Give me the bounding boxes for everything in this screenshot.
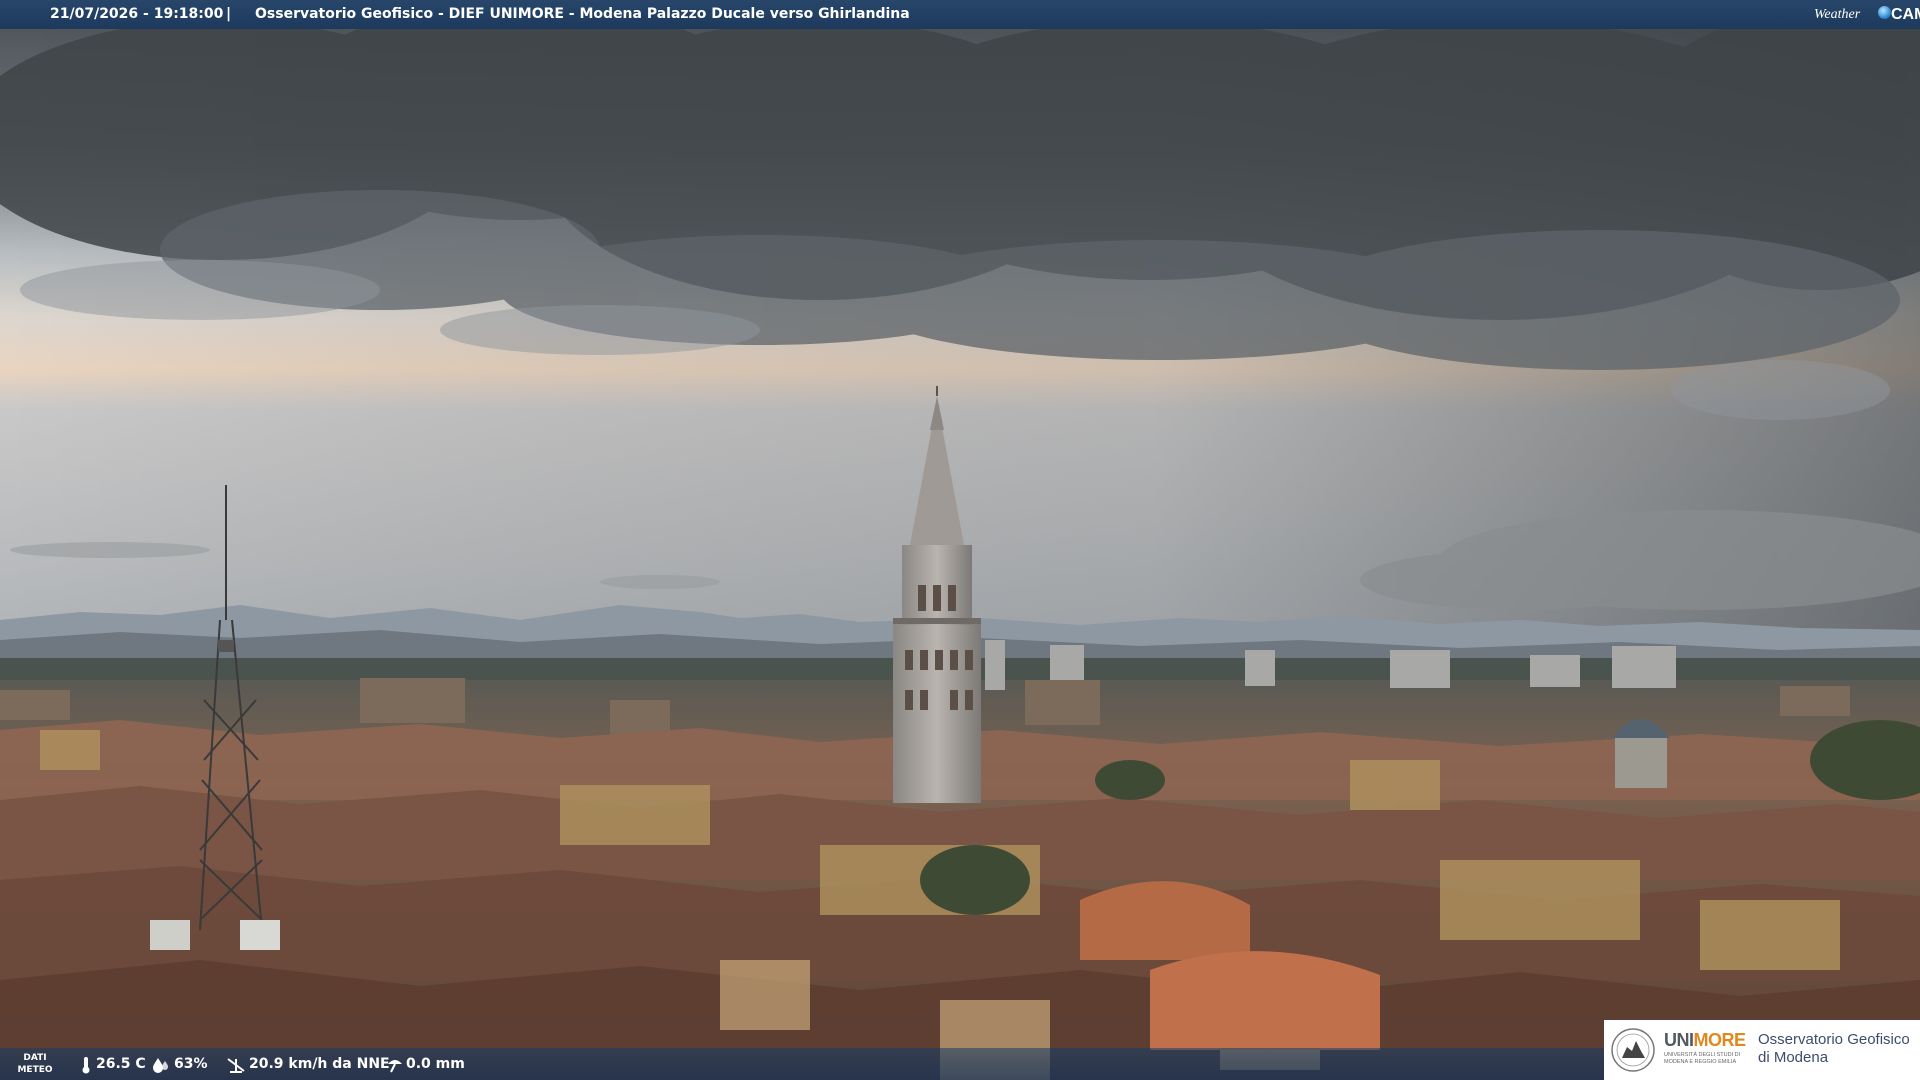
wind-icon — [227, 1058, 245, 1073]
rain-value: 0.0 mm — [406, 1056, 465, 1072]
globe-icon — [1878, 6, 1891, 19]
separator: | — [226, 6, 232, 22]
unimore-part1: UNI — [1664, 1030, 1694, 1050]
observatory-name-line2: di Modena — [1758, 1049, 1829, 1066]
thermometer-icon — [82, 1057, 90, 1074]
unimore-logo-panel: UNIMORE UNIVERSITÀ DEGLI STUDI DI MODENA… — [1604, 1020, 1920, 1080]
temperature-reading: 26.5 C — [78, 1048, 148, 1080]
rain-gauge-icon — [388, 1060, 402, 1073]
unimore-subtitle: UNIVERSITÀ DEGLI STUDI DI MODENA E REGGI… — [1664, 1052, 1740, 1066]
weathercam-logo: Weather CAM — [1814, 0, 1920, 29]
weather-data-label: DATI METEO — [12, 1052, 58, 1076]
weathercam-cam-label: CAM — [1891, 6, 1920, 23]
camera-title: Osservatorio Geofisico - DIEF UNIMORE - … — [255, 6, 910, 22]
observatory-name-line1: Osservatorio Geofisico — [1758, 1031, 1910, 1048]
humidity-reading: 63% — [150, 1048, 220, 1080]
unimore-subtitle-line2: MODENA E REGGIO EMILIA — [1664, 1059, 1737, 1065]
wind-reading: 20.9 km/h da NNE — [224, 1048, 390, 1080]
observatory-name: Osservatorio Geofisico di Modena — [1758, 1031, 1910, 1067]
wind-value: 20.9 km/h da NNE — [249, 1056, 390, 1072]
unimore-subtitle-line1: UNIVERSITÀ DEGLI STUDI DI — [1664, 1052, 1741, 1058]
rain-reading: 0.0 mm — [384, 1048, 474, 1080]
humidity-value: 63% — [174, 1056, 208, 1072]
unimore-wordmark: UNIMORE — [1664, 1030, 1746, 1051]
humidity-drop-icon — [153, 1058, 168, 1073]
caption-bar: 21/07/2026 - 19:18:00 | Osservatorio Geo… — [0, 0, 1920, 29]
temperature-value: 26.5 C — [96, 1056, 146, 1072]
webcam-image — [0, 0, 1920, 1080]
unimore-part2: MORE — [1693, 1030, 1747, 1050]
weather-data-label-line1: DATI — [23, 1053, 47, 1063]
weathercam-weather-label: Weather — [1814, 7, 1861, 22]
unimore-seal-icon — [1611, 1028, 1655, 1072]
weather-data-label-line2: METEO — [17, 1065, 53, 1075]
timestamp: 21/07/2026 - 19:18:00 — [50, 6, 224, 22]
